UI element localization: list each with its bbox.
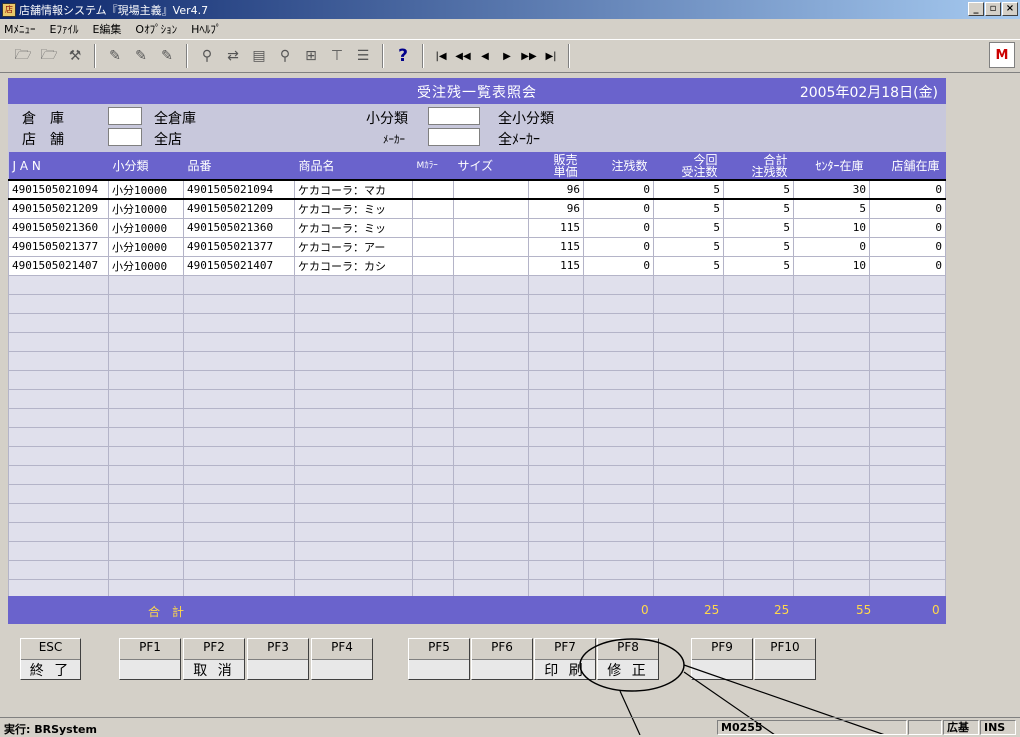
status-bar: 実行: BRSystem M0255 広基 INS [0, 717, 1020, 736]
status-code: M0255 [717, 720, 907, 735]
callout-annotation [579, 638, 886, 735]
status-mode1: 広基 [943, 720, 979, 735]
status-blank [908, 720, 942, 735]
callout-circle [579, 638, 685, 692]
status-mode2: INS [980, 720, 1016, 735]
